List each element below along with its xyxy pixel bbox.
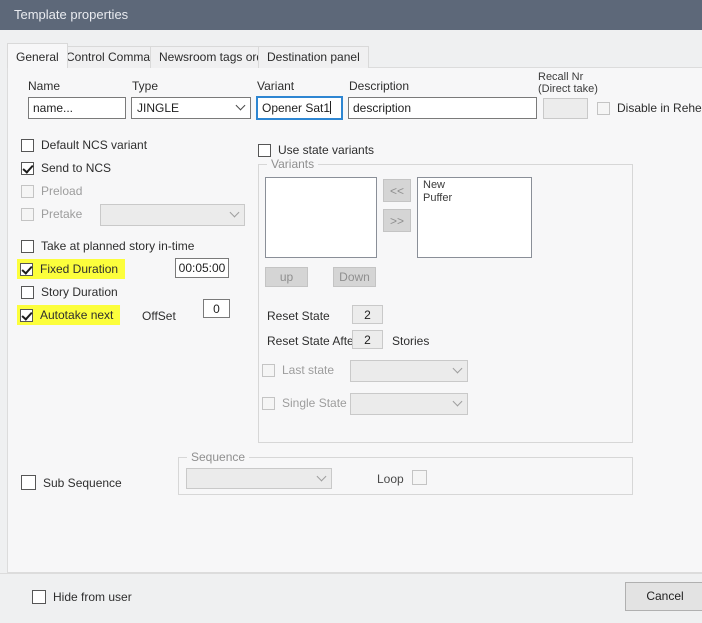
- default-ncs-variant-label[interactable]: Default NCS variant: [41, 138, 147, 152]
- list-item[interactable]: New: [423, 179, 526, 192]
- sequence-select[interactable]: [186, 468, 332, 489]
- disable-in-rehearsal-checkbox[interactable]: [597, 102, 610, 115]
- pretake-checkbox[interactable]: [21, 208, 34, 221]
- last-state-row: Last state: [262, 363, 334, 377]
- variants-available-list[interactable]: [265, 177, 377, 258]
- offset-input[interactable]: [203, 299, 230, 318]
- variants-group-legend: Variants: [267, 157, 318, 171]
- disable-in-rehearsal-label[interactable]: Disable in Rehe: [617, 101, 702, 115]
- pretake-label: Pretake: [41, 207, 82, 221]
- stories-label: Stories: [392, 334, 429, 348]
- default-ncs-variant-row: Default NCS variant: [21, 138, 147, 152]
- list-item[interactable]: Puffer: [423, 192, 526, 205]
- chevron-down-icon: [317, 471, 327, 481]
- sub-sequence-checkbox[interactable]: [21, 475, 36, 490]
- default-ncs-variant-checkbox[interactable]: [21, 139, 34, 152]
- loop-checkbox[interactable]: [412, 470, 427, 485]
- send-to-ncs-checkbox[interactable]: [21, 162, 34, 175]
- description-input[interactable]: [348, 97, 537, 119]
- take-at-planned-label[interactable]: Take at planned story in-time: [41, 239, 194, 253]
- chevron-down-icon: [453, 397, 463, 407]
- sub-sequence-row: Sub Sequence: [21, 475, 122, 490]
- preload-row: Preload: [21, 184, 82, 198]
- variants-selected-list[interactable]: New Puffer: [417, 177, 532, 258]
- recall-nr-input[interactable]: [543, 98, 588, 119]
- fixed-duration-checkbox[interactable]: [20, 263, 33, 276]
- fixed-duration-input[interactable]: [175, 258, 229, 278]
- last-state-label: Last state: [282, 363, 334, 377]
- type-label: Type: [132, 79, 158, 93]
- type-select[interactable]: JINGLE: [131, 97, 251, 119]
- take-at-planned-row: Take at planned story in-time: [21, 239, 194, 253]
- disable-in-rehearsal-row: Disable in Rehe: [597, 101, 702, 115]
- down-button[interactable]: Down: [333, 267, 376, 287]
- autotake-next-label[interactable]: Autotake next: [40, 308, 113, 322]
- single-state-row: Single State: [262, 396, 347, 410]
- cancel-button[interactable]: Cancel: [625, 582, 702, 611]
- single-state-label: Single State: [282, 396, 347, 410]
- variant-input[interactable]: Opener Sat1: [256, 96, 343, 120]
- use-state-variants-row: Use state variants: [258, 143, 374, 157]
- use-state-variants-checkbox[interactable]: [258, 144, 271, 157]
- use-state-variants-label[interactable]: Use state variants: [278, 143, 374, 157]
- chevron-down-icon: [453, 364, 463, 374]
- reset-state-after-input[interactable]: [352, 330, 383, 349]
- pretake-select[interactable]: [100, 204, 245, 226]
- last-state-checkbox[interactable]: [262, 364, 275, 377]
- reset-state-label: Reset State: [267, 309, 330, 323]
- preload-label: Preload: [41, 184, 82, 198]
- story-duration-row: Story Duration: [21, 285, 118, 299]
- pretake-row: Pretake: [21, 207, 82, 221]
- preload-checkbox[interactable]: [21, 185, 34, 198]
- chevron-down-icon: [230, 208, 240, 218]
- fixed-duration-row: Fixed Duration: [17, 259, 125, 279]
- hide-from-user-checkbox[interactable]: [32, 590, 46, 604]
- story-duration-label[interactable]: Story Duration: [41, 285, 118, 299]
- type-select-value: JINGLE: [137, 101, 179, 115]
- sub-sequence-label[interactable]: Sub Sequence: [43, 476, 122, 490]
- take-at-planned-checkbox[interactable]: [21, 240, 34, 253]
- last-state-select[interactable]: [350, 360, 468, 382]
- story-duration-checkbox[interactable]: [21, 286, 34, 299]
- name-input[interactable]: [28, 97, 126, 119]
- single-state-checkbox[interactable]: [262, 397, 275, 410]
- variant-label: Variant: [257, 79, 294, 93]
- fixed-duration-label[interactable]: Fixed Duration: [40, 262, 118, 276]
- move-right-button[interactable]: >>: [383, 209, 411, 232]
- description-label: Description: [349, 79, 409, 93]
- titlebar[interactable]: Template properties: [0, 0, 702, 30]
- window-title: Template properties: [14, 7, 128, 22]
- tab-general[interactable]: General: [7, 43, 68, 68]
- send-to-ncs-row: Send to NCS: [21, 161, 111, 175]
- send-to-ncs-label[interactable]: Send to NCS: [41, 161, 111, 175]
- autotake-next-checkbox[interactable]: [20, 309, 33, 322]
- name-label: Name: [28, 79, 60, 93]
- single-state-select[interactable]: [350, 393, 468, 415]
- up-button[interactable]: up: [265, 267, 308, 287]
- reset-state-input[interactable]: [352, 305, 383, 324]
- move-left-button[interactable]: <<: [383, 179, 411, 202]
- sequence-group-legend: Sequence: [187, 450, 249, 464]
- chevron-down-icon: [236, 101, 246, 111]
- tab-destination-panel[interactable]: Destination panel: [258, 46, 369, 68]
- reset-state-after-label: Reset State After: [267, 334, 358, 348]
- text-caret: [330, 101, 331, 114]
- hide-from-user-label[interactable]: Hide from user: [53, 590, 132, 604]
- hide-from-user-row: Hide from user: [32, 590, 132, 604]
- template-properties-dialog: Template properties General Control Comm…: [0, 0, 702, 623]
- recall-nr-label: Recall Nr (Direct take): [538, 71, 598, 95]
- autotake-next-row: Autotake next: [17, 305, 120, 325]
- loop-label: Loop: [377, 472, 404, 486]
- offset-label: OffSet: [142, 309, 176, 323]
